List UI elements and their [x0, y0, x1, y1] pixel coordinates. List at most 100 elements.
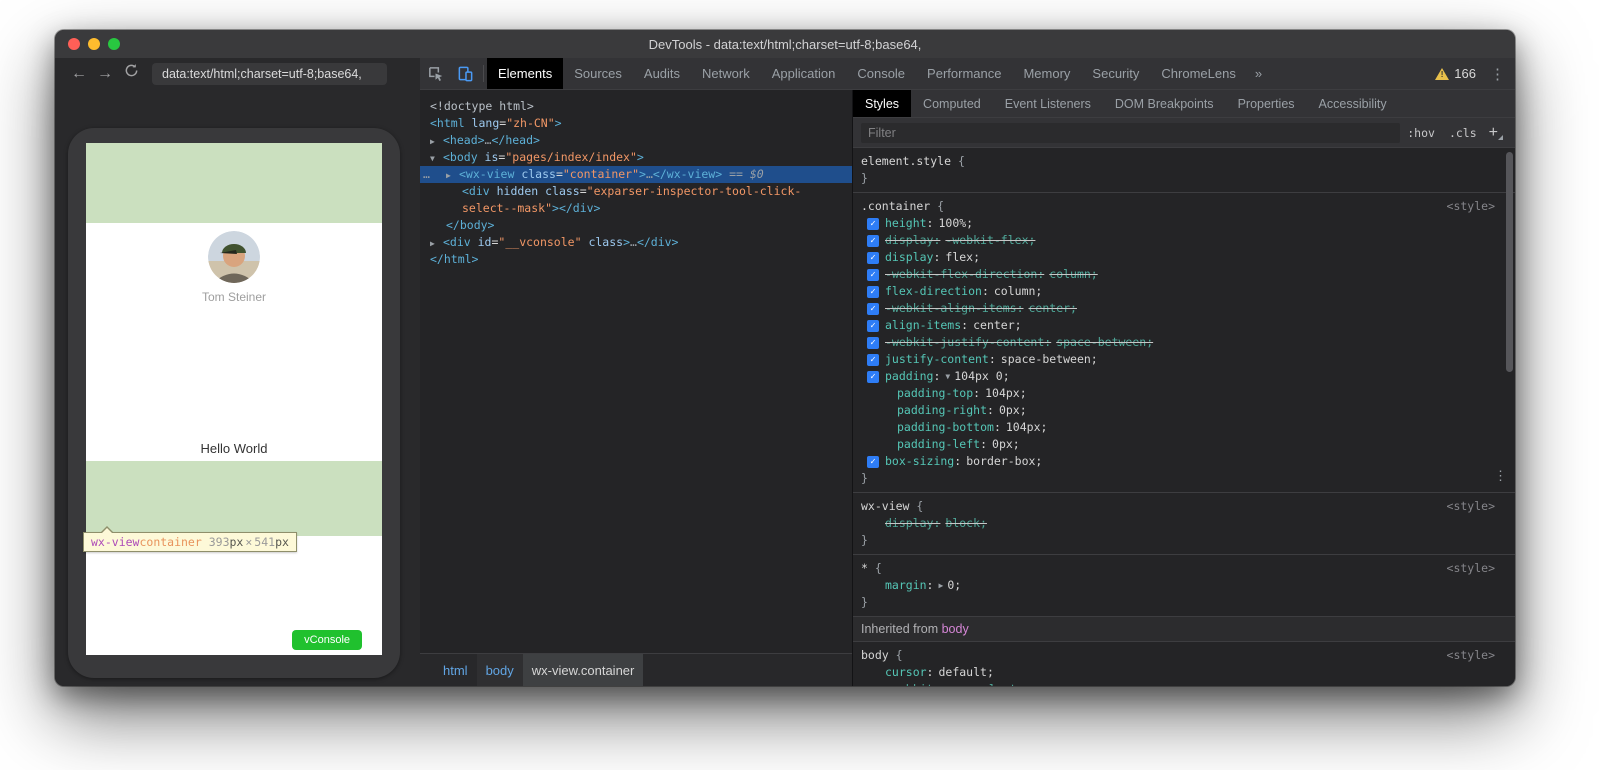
- css-property[interactable]: ✓display:-webkit-flex;: [861, 232, 1509, 249]
- property-checkbox[interactable]: ✓: [867, 235, 879, 247]
- dom-node[interactable]: <div hidden class="exparser-inspector-to…: [420, 183, 852, 200]
- tooltip-class: container: [139, 535, 201, 549]
- rule-kebab-icon[interactable]: ⋮: [1494, 469, 1507, 484]
- tab-sources[interactable]: Sources: [563, 58, 633, 89]
- sidebar-tab-event-listeners[interactable]: Event Listeners: [993, 90, 1103, 117]
- reload-icon[interactable]: [120, 63, 142, 85]
- property-checkbox[interactable]: ✓: [867, 269, 879, 281]
- tab-elements[interactable]: Elements: [487, 58, 563, 89]
- property-checkbox[interactable]: ✓: [867, 337, 879, 349]
- css-property[interactable]: ✓padding:▼104px 0;: [861, 368, 1509, 385]
- expand-longhand-icon[interactable]: ▶: [938, 577, 943, 594]
- rule-selector[interactable]: * {: [861, 560, 882, 577]
- back-icon[interactable]: ←: [68, 63, 90, 85]
- rule-selector[interactable]: .container {: [861, 198, 944, 215]
- dom-node[interactable]: ▶<div id="__vconsole" class>…</div>: [420, 234, 852, 251]
- device-screen[interactable]: Tom Steiner Hello World wx-viewcontainer…: [86, 143, 382, 655]
- property-checkbox[interactable]: ✓: [867, 456, 879, 468]
- css-property[interactable]: ✓-webkit-flex-direction:column;: [861, 266, 1509, 283]
- dom-node[interactable]: select--mask"></div>: [420, 200, 852, 217]
- breadcrumb-body[interactable]: body: [477, 654, 523, 686]
- disclosure-arrow-icon[interactable]: ▶: [430, 235, 443, 252]
- property-checkbox[interactable]: ✓: [867, 218, 879, 230]
- pseudo-state-toggle[interactable]: :hov: [1400, 126, 1442, 140]
- tab-performance[interactable]: Performance: [916, 58, 1012, 89]
- property-checkbox[interactable]: ✓: [867, 303, 879, 315]
- css-property[interactable]: ✓display:flex;: [861, 249, 1509, 266]
- disclosure-arrow-icon[interactable]: ▶: [430, 133, 443, 150]
- css-property[interactable]: padding-right:0px;: [861, 402, 1509, 419]
- styles-filter-input[interactable]: [861, 123, 1400, 143]
- css-property[interactable]: ✓-webkit-align-items:center;: [861, 300, 1509, 317]
- tab-memory[interactable]: Memory: [1012, 58, 1081, 89]
- property-checkbox[interactable]: ✓: [867, 354, 879, 366]
- vconsole-button[interactable]: vConsole: [292, 630, 362, 650]
- disclosure-arrow-icon[interactable]: ▼: [430, 150, 443, 167]
- css-property[interactable]: cursor:default;: [861, 664, 1509, 681]
- dom-tree: <!doctype html><html lang="zh-CN">▶<head…: [420, 90, 852, 653]
- property-checkbox[interactable]: ✓: [867, 252, 879, 264]
- rule-selector[interactable]: element.style {: [861, 153, 965, 170]
- sidebar-tab-styles[interactable]: Styles: [853, 90, 911, 117]
- sidebar-tab-accessibility[interactable]: Accessibility: [1307, 90, 1399, 117]
- css-property[interactable]: ✓height:100%;: [861, 215, 1509, 232]
- dom-node[interactable]: </html>: [420, 251, 852, 268]
- breadcrumb-wx-view-container[interactable]: wx-view.container: [523, 654, 644, 686]
- css-property[interactable]: padding-left:0px;: [861, 436, 1509, 453]
- rule-selector[interactable]: wx-view {: [861, 498, 923, 515]
- scrollbar-thumb[interactable]: [1506, 152, 1513, 372]
- style-origin-link[interactable]: <style>: [1447, 198, 1509, 215]
- more-tabs-icon[interactable]: »: [1247, 58, 1270, 89]
- inherited-body-link[interactable]: body: [942, 622, 969, 636]
- css-property[interactable]: -webkit-user-select:none;: [861, 681, 1509, 686]
- tab-audits[interactable]: Audits: [633, 58, 691, 89]
- disclosure-arrow-icon[interactable]: ▶: [446, 167, 459, 184]
- css-property[interactable]: margin:▶0;: [861, 577, 1509, 594]
- css-property[interactable]: ✓flex-direction:column;: [861, 283, 1509, 300]
- css-property[interactable]: padding-top:104px;: [861, 385, 1509, 402]
- dom-node[interactable]: ▼<body is="pages/index/index">: [420, 149, 852, 166]
- sidebar-tab-properties[interactable]: Properties: [1226, 90, 1307, 117]
- padding-highlight-bottom: [86, 461, 382, 536]
- css-property[interactable]: ✓align-items:center;: [861, 317, 1509, 334]
- dom-node-selected[interactable]: …▶<wx-view class="container">…</wx-view>…: [420, 166, 852, 183]
- property-checkbox[interactable]: ✓: [867, 320, 879, 332]
- sidebar-tab-dom-breakpoints[interactable]: DOM Breakpoints: [1103, 90, 1226, 117]
- new-style-rule-button[interactable]: +: [1484, 124, 1507, 142]
- dom-node[interactable]: <html lang="zh-CN">: [420, 115, 852, 132]
- forward-icon[interactable]: →: [94, 63, 116, 85]
- address-bar[interactable]: data:text/html;charset=utf-8;base64,: [152, 63, 387, 85]
- tab-console[interactable]: Console: [846, 58, 916, 89]
- sidebar-tab-computed[interactable]: Computed: [911, 90, 993, 117]
- style-origin-link[interactable]: <style>: [1447, 647, 1509, 664]
- dom-node[interactable]: <!doctype html>: [420, 98, 852, 115]
- dom-node[interactable]: </body>: [420, 217, 852, 234]
- warning-badge[interactable]: 166: [1435, 58, 1486, 89]
- inspect-element-icon[interactable]: [420, 58, 450, 89]
- breadcrumb-html[interactable]: html: [434, 654, 477, 686]
- tab-network[interactable]: Network: [691, 58, 761, 89]
- css-rule-: * {<style>margin:▶0;}: [853, 555, 1515, 617]
- inherited-from-label: Inherited from body: [853, 617, 1515, 642]
- tab-security[interactable]: Security: [1081, 58, 1150, 89]
- rule-selector[interactable]: body {: [861, 647, 903, 664]
- css-property[interactable]: ✓-webkit-justify-content:space-between;: [861, 334, 1509, 351]
- device-toolbar-icon[interactable]: [450, 58, 480, 89]
- expand-longhand-icon[interactable]: ▼: [945, 368, 950, 385]
- browser-nav: ← → data:text/html;charset=utf-8;base64,: [55, 58, 420, 90]
- class-toggle[interactable]: .cls: [1442, 126, 1484, 140]
- css-property[interactable]: display:block;: [861, 515, 1509, 532]
- property-checkbox[interactable]: ✓: [867, 286, 879, 298]
- style-origin-link[interactable]: <style>: [1447, 560, 1509, 577]
- css-property[interactable]: padding-bottom:104px;: [861, 419, 1509, 436]
- style-origin-link[interactable]: <style>: [1447, 498, 1509, 515]
- tab-chromelens[interactable]: ChromeLens: [1150, 58, 1246, 89]
- dom-node[interactable]: ▶<head>…</head>: [420, 132, 852, 149]
- property-checkbox[interactable]: ✓: [867, 371, 879, 383]
- kebab-menu-icon[interactable]: ⋮: [1486, 58, 1515, 89]
- tab-application[interactable]: Application: [761, 58, 847, 89]
- window-titlebar: DevTools - data:text/html;charset=utf-8;…: [55, 30, 1515, 58]
- css-property[interactable]: ✓box-sizing:border-box;: [861, 453, 1509, 470]
- css-property[interactable]: ✓justify-content:space-between;: [861, 351, 1509, 368]
- node-overflow-indicator: …: [423, 166, 430, 183]
